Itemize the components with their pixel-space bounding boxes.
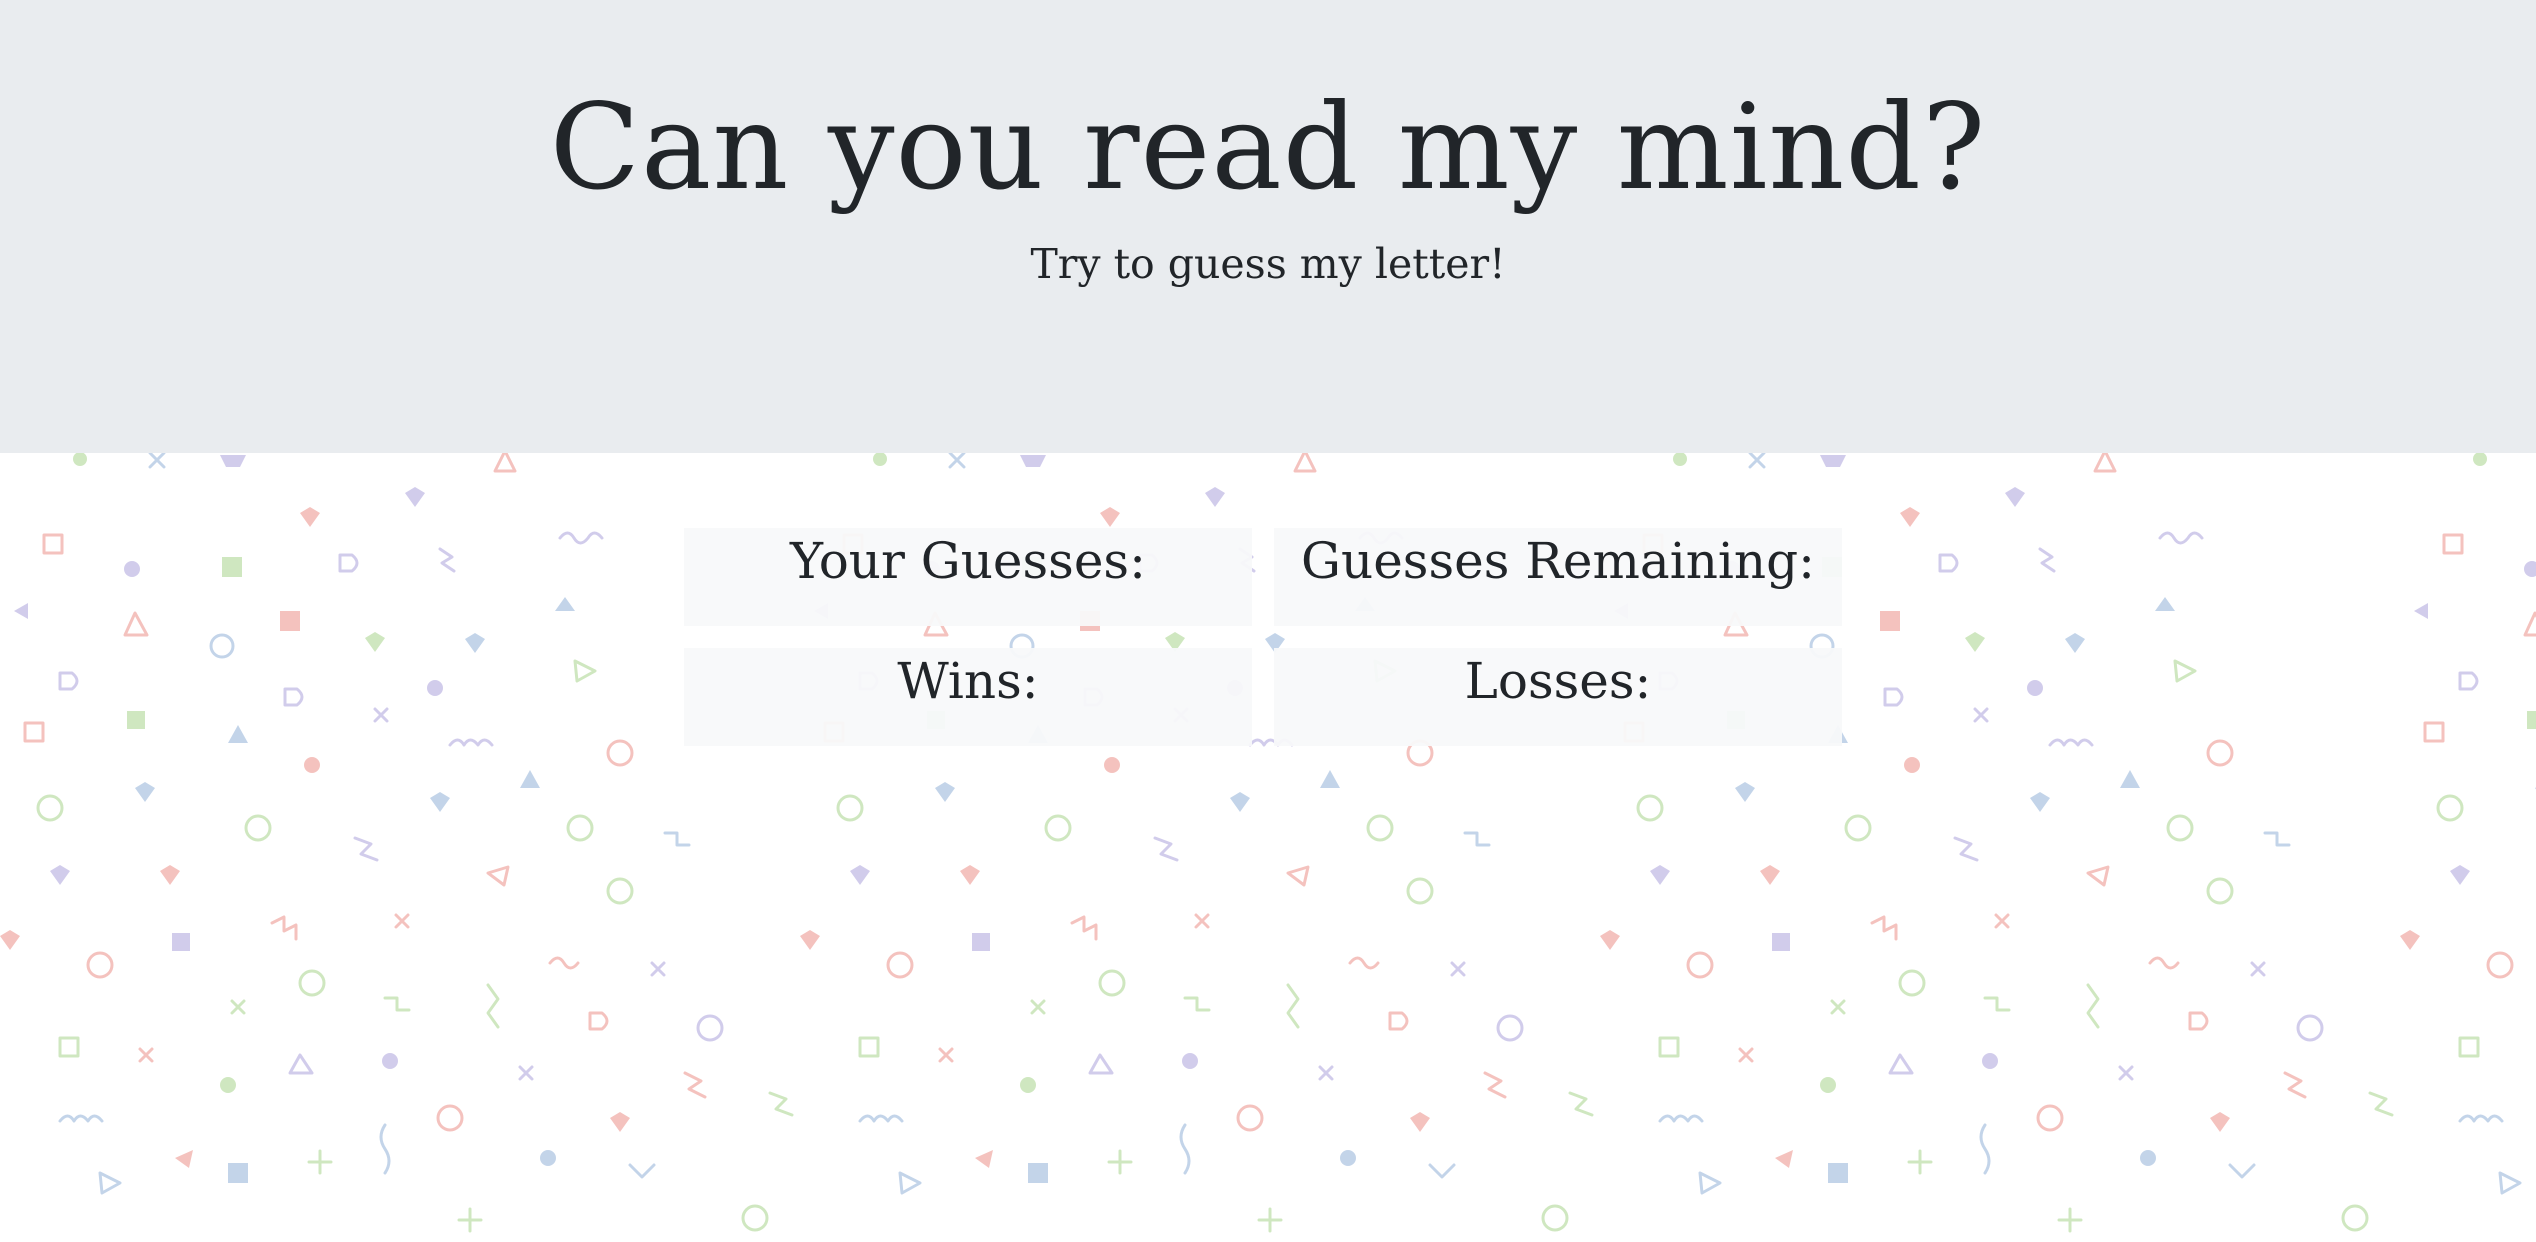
your-guesses-box: Your Guesses: (684, 528, 1252, 626)
page-title: Can you read my mind? (549, 78, 1987, 216)
header-jumbotron: Can you read my mind? Try to guess my le… (0, 0, 2536, 453)
page-subtitle: Try to guess my letter! (1030, 240, 1506, 288)
your-guesses-label: Your Guesses: (790, 532, 1146, 590)
guesses-remaining-label: Guesses Remaining: (1301, 532, 1815, 590)
losses-label: Losses: (1464, 652, 1652, 710)
page: Can you read my mind? Try to guess my le… (0, 0, 2536, 1242)
guesses-remaining-box: Guesses Remaining: (1274, 528, 1842, 626)
losses-box: Losses: (1274, 648, 1842, 746)
wins-box: Wins: (684, 648, 1252, 746)
wins-label: Wins: (897, 652, 1039, 710)
game-stats: Your Guesses: Guesses Remaining: Wins: L… (0, 453, 2536, 1242)
